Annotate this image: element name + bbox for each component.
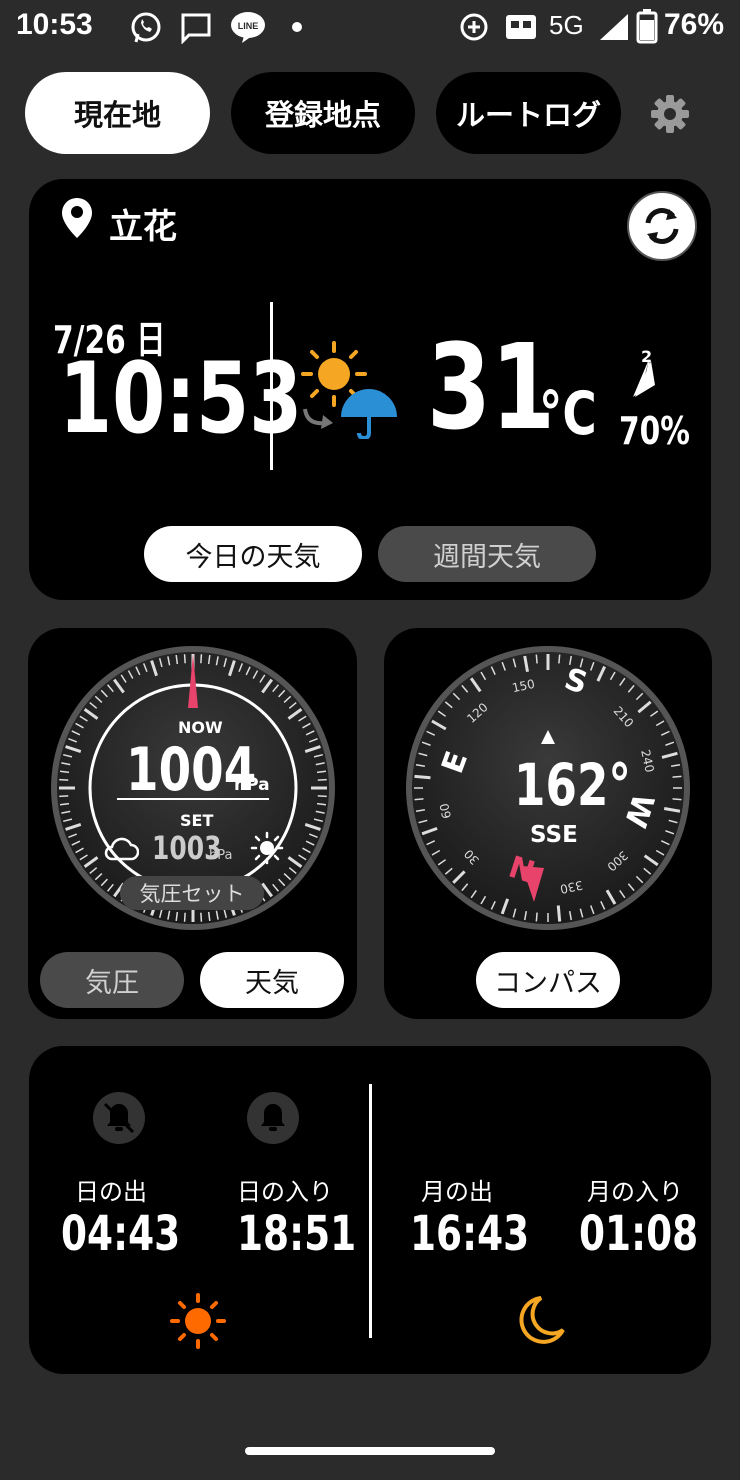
settings-gear-icon[interactable] bbox=[650, 94, 690, 134]
network-type: 5G bbox=[549, 10, 584, 40]
pressure-mode-button[interactable]: 気圧 bbox=[40, 952, 184, 1008]
dial-tick bbox=[200, 654, 203, 664]
svg-text:LINE: LINE bbox=[238, 21, 259, 31]
compass-direction: SSE bbox=[530, 822, 578, 848]
sunset-time: 18:51 bbox=[237, 1206, 357, 1262]
sunrise-label: 日の出 bbox=[75, 1178, 147, 1206]
sunny-then-rain-icon bbox=[301, 341, 397, 439]
sunrise-time: 04:43 bbox=[61, 1206, 181, 1262]
dial-tick bbox=[535, 912, 538, 922]
compass-card: S E W N 150 120 210 240 60 30 300 330 16… bbox=[384, 628, 712, 1019]
compass-button[interactable]: コンパス bbox=[476, 952, 620, 1008]
barometer-card: NOW 1004 hPa SET 1003 hPa 気圧セット 気圧 天気 bbox=[28, 628, 357, 1019]
sun-icon bbox=[250, 831, 284, 865]
moon-icon bbox=[519, 1296, 565, 1344]
moonset-label: 月の入り bbox=[587, 1178, 683, 1206]
pressure-set-unit: hPa bbox=[209, 848, 233, 863]
dial-tick bbox=[200, 912, 203, 922]
dial-tick bbox=[535, 654, 538, 664]
dial-tick bbox=[558, 654, 561, 664]
sun-moon-divider bbox=[369, 1084, 372, 1338]
wind-level: 2 bbox=[641, 347, 653, 366]
degree-label: 60 bbox=[437, 802, 455, 820]
refresh-button[interactable] bbox=[627, 191, 697, 261]
dial-tick bbox=[672, 798, 682, 801]
line-app-icon: LINE bbox=[231, 12, 265, 43]
weekly-weather-button[interactable]: 週間天気 bbox=[378, 526, 596, 582]
location-pin-icon bbox=[62, 198, 92, 238]
pressure-set-button[interactable]: 気圧セット bbox=[120, 876, 264, 910]
rain-chance: 70% bbox=[619, 409, 690, 453]
alarm-off-bell-icon[interactable] bbox=[93, 1092, 145, 1144]
moonset-time: 01:08 bbox=[579, 1206, 699, 1262]
dial-tick bbox=[183, 912, 186, 922]
temperature-unit: °C bbox=[539, 379, 597, 449]
dial-tick bbox=[414, 774, 431, 780]
today-weather-button[interactable]: 今日の天気 bbox=[144, 526, 362, 582]
moonrise-time: 16:43 bbox=[410, 1206, 530, 1262]
dial-tick bbox=[414, 798, 424, 801]
alarm-bell-icon[interactable] bbox=[247, 1092, 299, 1144]
dial-tick bbox=[183, 654, 186, 664]
moonrise-label: 月の出 bbox=[421, 1178, 493, 1206]
location-name: 立花 bbox=[109, 207, 177, 247]
dial-tick bbox=[556, 905, 562, 922]
tab-registered-points[interactable]: 登録地点 bbox=[231, 72, 415, 154]
notification-dot-icon bbox=[292, 22, 302, 32]
sunset-label: 日の入り bbox=[237, 1178, 333, 1206]
cloud-icon bbox=[104, 837, 139, 861]
dial-tick bbox=[59, 795, 69, 798]
whatsapp-icon bbox=[131, 12, 161, 43]
compass-heading: 162° bbox=[514, 751, 632, 819]
battery-level: 76% bbox=[663, 8, 724, 41]
set-label: SET bbox=[180, 811, 214, 830]
data-saver-icon bbox=[460, 13, 488, 41]
weather-mode-button[interactable]: 天気 bbox=[200, 952, 344, 1008]
sun-icon bbox=[170, 1293, 226, 1349]
tab-route-log[interactable]: ルートログ bbox=[436, 72, 621, 154]
weather-divider bbox=[270, 302, 273, 470]
dial-tick bbox=[59, 778, 69, 781]
dial-tick bbox=[317, 795, 327, 798]
status-time: 10:53 bbox=[16, 8, 93, 41]
sun-moon-card: 日の出 日の入り 月の出 月の入り 04:43 18:51 16:43 01:0… bbox=[29, 1046, 711, 1374]
dial-tick bbox=[672, 775, 682, 778]
sim-card-icon bbox=[506, 15, 536, 39]
tab-current-location[interactable]: 現在地 bbox=[25, 72, 210, 154]
home-indicator[interactable] bbox=[245, 1447, 495, 1455]
pressure-now-unit: hPa bbox=[234, 775, 270, 795]
battery-icon bbox=[636, 9, 658, 44]
status-bar: 10:53 LINE 5G 76% bbox=[0, 0, 740, 56]
message-icon bbox=[181, 13, 211, 44]
weather-card: 立花 7/26 日 10:53 31 °C 2 70% 今日の天気 週間天気 bbox=[29, 179, 711, 600]
dial-tick bbox=[317, 778, 327, 781]
refresh-icon bbox=[645, 208, 679, 244]
signal-icon bbox=[600, 14, 628, 40]
